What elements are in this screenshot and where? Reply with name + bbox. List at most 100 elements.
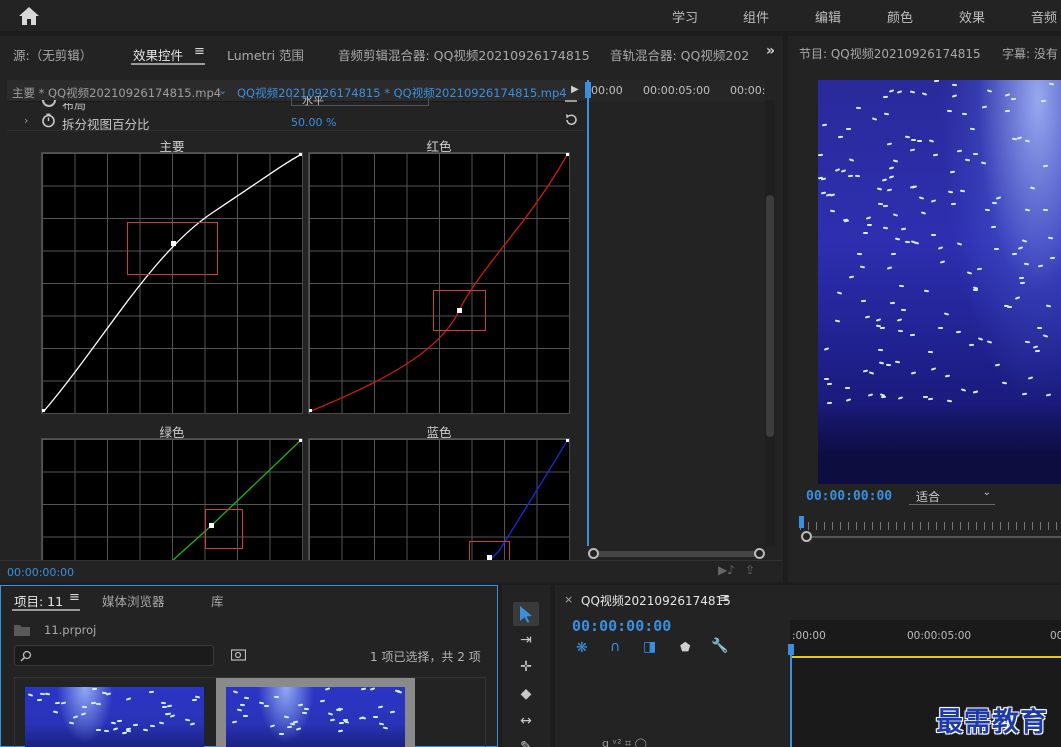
fit-dropdown[interactable]: 适合 ⌄ xyxy=(909,487,995,505)
curve-endpoint[interactable] xyxy=(299,439,302,442)
light-particle xyxy=(956,149,963,153)
export-icon[interactable]: ⇪ xyxy=(745,563,755,577)
curve-endpoint[interactable] xyxy=(309,409,312,412)
razor-tool-icon[interactable]: ◆ xyxy=(515,683,537,705)
program-playhead[interactable] xyxy=(799,516,804,528)
light-particle xyxy=(875,318,882,322)
workspace-audio[interactable]: 音频 xyxy=(1031,7,1057,26)
master-clip-tab[interactable]: 主要 * QQ视频20210926174815.mp4 xyxy=(12,85,221,101)
panel-menu-icon[interactable]: ≡ xyxy=(194,44,205,59)
ruler-tick: 00:00 xyxy=(591,84,623,97)
light-particle xyxy=(921,92,928,96)
timeline-playhead-handle[interactable] xyxy=(788,644,794,655)
timeline-playhead[interactable] xyxy=(790,645,792,747)
light-particle xyxy=(955,330,962,334)
light-particle xyxy=(269,724,276,728)
workspace-effects[interactable]: 效果 xyxy=(959,7,985,26)
light-particle xyxy=(110,721,117,725)
selection-tool-icon[interactable] xyxy=(519,605,533,623)
light-particle xyxy=(888,175,895,179)
ripple-edit-tool-icon[interactable]: ✛ xyxy=(515,656,537,678)
tab-audio-clip-mixer[interactable]: 音频剪辑混合器: QQ视频20210926174815 xyxy=(338,45,590,64)
tab-project[interactable]: 项目: 11 xyxy=(14,591,63,610)
split-view-percent-value[interactable]: 50.00 % xyxy=(291,116,336,129)
media-thumbnail[interactable] xyxy=(226,687,405,747)
zoom-handle-right[interactable] xyxy=(754,548,765,559)
playhead-handle[interactable] xyxy=(585,82,591,98)
light-particle xyxy=(990,225,997,229)
panel-menu-icon[interactable]: ≡ xyxy=(719,591,730,606)
tab-audio-track-mixer[interactable]: 音轨混合器: QQ视频202 xyxy=(610,45,749,64)
light-particle xyxy=(882,226,889,230)
more-tabs-icon[interactable]: » xyxy=(766,43,775,59)
close-icon[interactable]: × xyxy=(564,593,573,606)
tab-media-browser[interactable]: 媒体浏览器 xyxy=(102,591,165,610)
curve-endpoint[interactable] xyxy=(299,153,302,156)
program-video-frame[interactable] xyxy=(818,80,1061,484)
pen-tool-icon[interactable]: ✎ xyxy=(515,736,537,747)
reset-icon[interactable] xyxy=(564,112,579,127)
play-icon[interactable]: ▶ xyxy=(571,84,579,95)
light-particle xyxy=(980,161,987,165)
light-particle xyxy=(1024,139,1031,143)
light-particle xyxy=(909,148,916,152)
work-area-bar[interactable] xyxy=(791,656,1061,658)
workspace-assembly[interactable]: 组件 xyxy=(743,7,769,26)
timeline-sequence-tab[interactable]: QQ视频20210926174815 xyxy=(581,592,731,609)
light-particle xyxy=(1024,340,1031,344)
tab-effect-controls[interactable]: 效果控件 xyxy=(133,45,183,64)
program-ruler[interactable] xyxy=(800,522,1061,530)
program-zoom-handle[interactable] xyxy=(801,531,812,542)
scrollbar-thumb[interactable] xyxy=(766,195,774,437)
tab-lumetri-scopes[interactable]: Lumetri 范围 xyxy=(227,45,304,64)
playhead[interactable] xyxy=(587,80,589,546)
tab-source[interactable]: 源:（无剪辑） xyxy=(13,45,92,64)
home-icon[interactable] xyxy=(18,6,40,26)
marker-icon[interactable]: ⬟ xyxy=(680,640,690,654)
audio-filter-icon[interactable]: ▶♪ xyxy=(718,563,735,577)
program-zoom-bar[interactable] xyxy=(808,536,1061,538)
timeline-timecode[interactable]: 00:00:00:00 xyxy=(572,617,671,635)
master-curve-graph[interactable] xyxy=(41,152,303,414)
slip-tool-icon[interactable]: ↔ xyxy=(515,710,537,732)
layout-dropdown[interactable]: 水平 xyxy=(291,96,429,107)
curve-endpoint[interactable] xyxy=(566,439,569,442)
curve-endpoint[interactable] xyxy=(566,153,569,156)
linked-selection-icon[interactable]: ◨ xyxy=(643,639,656,655)
light-particle xyxy=(125,697,132,701)
program-timecode[interactable]: 00:00:00:00 xyxy=(806,489,892,504)
media-thumbnail[interactable] xyxy=(25,687,204,747)
tab-captions[interactable]: 字幕: 没有 xyxy=(1002,45,1058,62)
snap-icon[interactable]: ❋ xyxy=(576,640,588,656)
expand-chevron-icon[interactable]: › xyxy=(24,114,28,127)
blue-curve-graph[interactable] xyxy=(308,438,570,561)
light-particle xyxy=(991,201,998,205)
red-curve-graph[interactable] xyxy=(308,152,570,414)
find-bin-icon[interactable] xyxy=(231,648,246,661)
tab-program[interactable]: 节目: QQ视频20210926174815 xyxy=(799,45,981,62)
light-particle xyxy=(856,252,863,256)
panel-menu-icon[interactable]: ≡ xyxy=(69,590,80,605)
green-curve-graph[interactable] xyxy=(41,438,303,561)
chevron-down-icon[interactable]: ⌄ xyxy=(218,84,227,97)
zoom-handle-left[interactable] xyxy=(588,548,599,559)
chevron-down-icon: ⌄ xyxy=(982,487,991,498)
light-particle xyxy=(927,350,934,354)
light-particle xyxy=(866,223,873,227)
light-particle xyxy=(112,727,119,731)
effect-controls-timecode[interactable]: 00:00:00:00 xyxy=(7,566,74,579)
tab-libraries[interactable]: 库 xyxy=(211,591,224,610)
light-particle xyxy=(1018,276,1025,280)
zoom-scrollbar[interactable] xyxy=(590,551,762,557)
magnet-icon[interactable]: ∩ xyxy=(610,639,620,655)
workspace-learn[interactable]: 学习 xyxy=(672,7,698,26)
workspace-color[interactable]: 颜色 xyxy=(887,7,913,26)
curve-endpoint[interactable] xyxy=(42,409,45,412)
workspace-editing[interactable]: 编辑 xyxy=(815,7,841,26)
light-particle xyxy=(890,252,897,256)
light-particle xyxy=(1047,236,1054,240)
stopwatch-icon[interactable] xyxy=(41,113,56,128)
wrench-icon[interactable]: 🔧 xyxy=(711,638,728,654)
track-select-tool-icon[interactable]: ⇥ xyxy=(515,629,537,651)
search-input[interactable] xyxy=(14,645,214,666)
